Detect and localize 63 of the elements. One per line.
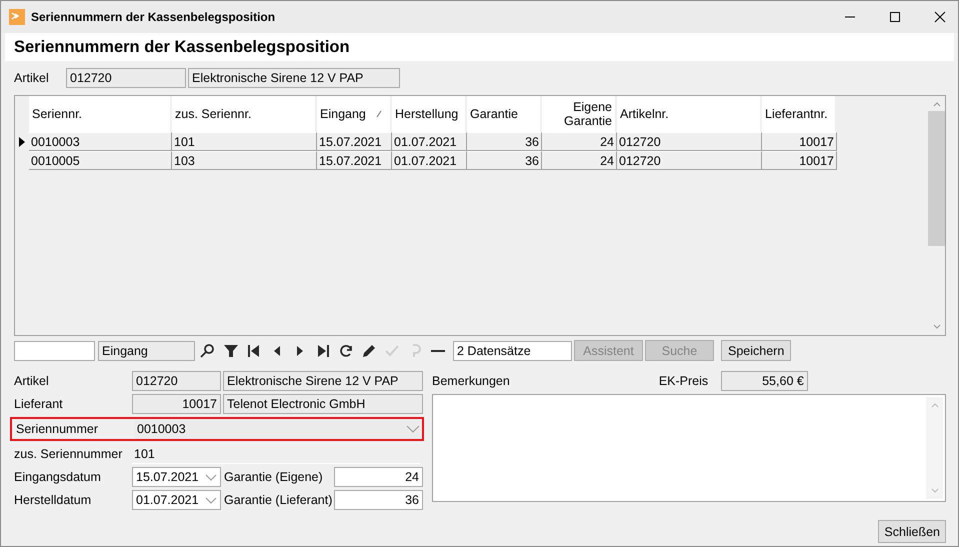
field-label: Eingangsdatum [14, 470, 102, 484]
record-count-field: 2 Datensätze [453, 340, 572, 360]
table-cell: 01.07.2021 [392, 132, 467, 151]
field-label: Lieferant [14, 397, 64, 411]
article-name-field: Elektronische Sirene 12 V PAP [223, 371, 423, 391]
warranty-field[interactable]: 36 [334, 490, 423, 510]
table-cell: 103 [172, 151, 317, 170]
sort-icon [376, 110, 382, 118]
filter-icon[interactable] [221, 342, 241, 358]
table-cell: 15.07.2021 [317, 151, 392, 170]
sort-field: Eingang [98, 340, 195, 360]
close-button[interactable]: Schließen [878, 520, 946, 543]
column-header[interactable]: Eingang [317, 96, 392, 132]
column-header[interactable]: zus. Seriennr. [172, 96, 317, 132]
field-label: Artikel [14, 374, 50, 388]
column-header[interactable]: Eigene Garantie [542, 96, 617, 132]
supplier-number-field: 10017 [132, 394, 221, 414]
close-icon[interactable] [934, 11, 946, 23]
warranty-field[interactable]: 24 [334, 467, 423, 487]
field-label: Artikel [14, 70, 50, 84]
article-number-field: 012720 [66, 68, 186, 88]
app-logo-icon [9, 9, 25, 25]
field-label: Garantie (Eigene) [223, 470, 324, 484]
column-header[interactable]: Lieferantnr. [762, 96, 837, 132]
serial-number-dropdown[interactable]: 0010003 [134, 420, 422, 438]
field-label: zus. Seriennummer [14, 447, 124, 461]
extra-serial-field[interactable]: 101 [132, 444, 420, 464]
field-label: Herstelldatum [14, 493, 92, 507]
table-cell: 24 [542, 132, 617, 151]
date-field[interactable]: 15.07.2021 [132, 467, 221, 487]
table-cell: 10017 [762, 132, 837, 151]
dialog-heading: Seriennummern der Kassenbelegsposition [14, 38, 350, 56]
table-cell: 15.07.2021 [317, 132, 392, 151]
chevron-down-icon[interactable] [205, 474, 217, 480]
table-cell: 36 [467, 151, 542, 170]
table-cell: 36 [467, 132, 542, 151]
field-label: Seriennummer [16, 422, 99, 436]
maximize-icon[interactable] [889, 11, 901, 23]
chevron-down-icon[interactable] [205, 496, 217, 504]
scrollbar-thumb[interactable] [928, 111, 945, 246]
column-header[interactable]: Herstellung [392, 96, 467, 132]
window-title: Seriennummern der Kassenbelegsposition [31, 10, 276, 24]
field-label: Garantie (Lieferant) [223, 493, 334, 507]
column-header[interactable]: Artikelnr. [617, 96, 762, 132]
table-cell: 012720 [617, 151, 762, 170]
table-cell: 24 [542, 151, 617, 170]
search-field[interactable] [14, 340, 95, 360]
price-field: 55,60 € [720, 371, 808, 391]
article-name-field: Elektronische Sirene 12 V PAP [188, 68, 400, 88]
column-header[interactable]: Garantie [467, 96, 542, 132]
date-field[interactable]: 01.07.2021 [132, 490, 221, 510]
toolbar-button[interactable]: Speichern [721, 340, 792, 361]
table-cell: 101 [172, 132, 317, 151]
table-cell: 0010003 [29, 132, 172, 151]
column-header[interactable]: Seriennr. [29, 96, 172, 132]
table-cell: 01.07.2021 [392, 151, 467, 170]
article-number-field: 012720 [132, 371, 221, 391]
table-cell: 0010005 [29, 151, 172, 170]
field-label: Bemerkungen [432, 374, 510, 388]
table-cell: 012720 [617, 132, 762, 151]
field-label: EK-Preis [658, 374, 710, 388]
table-cell: 10017 [762, 151, 837, 170]
supplier-name-field: Telenot Electronic GmbH [223, 394, 423, 414]
